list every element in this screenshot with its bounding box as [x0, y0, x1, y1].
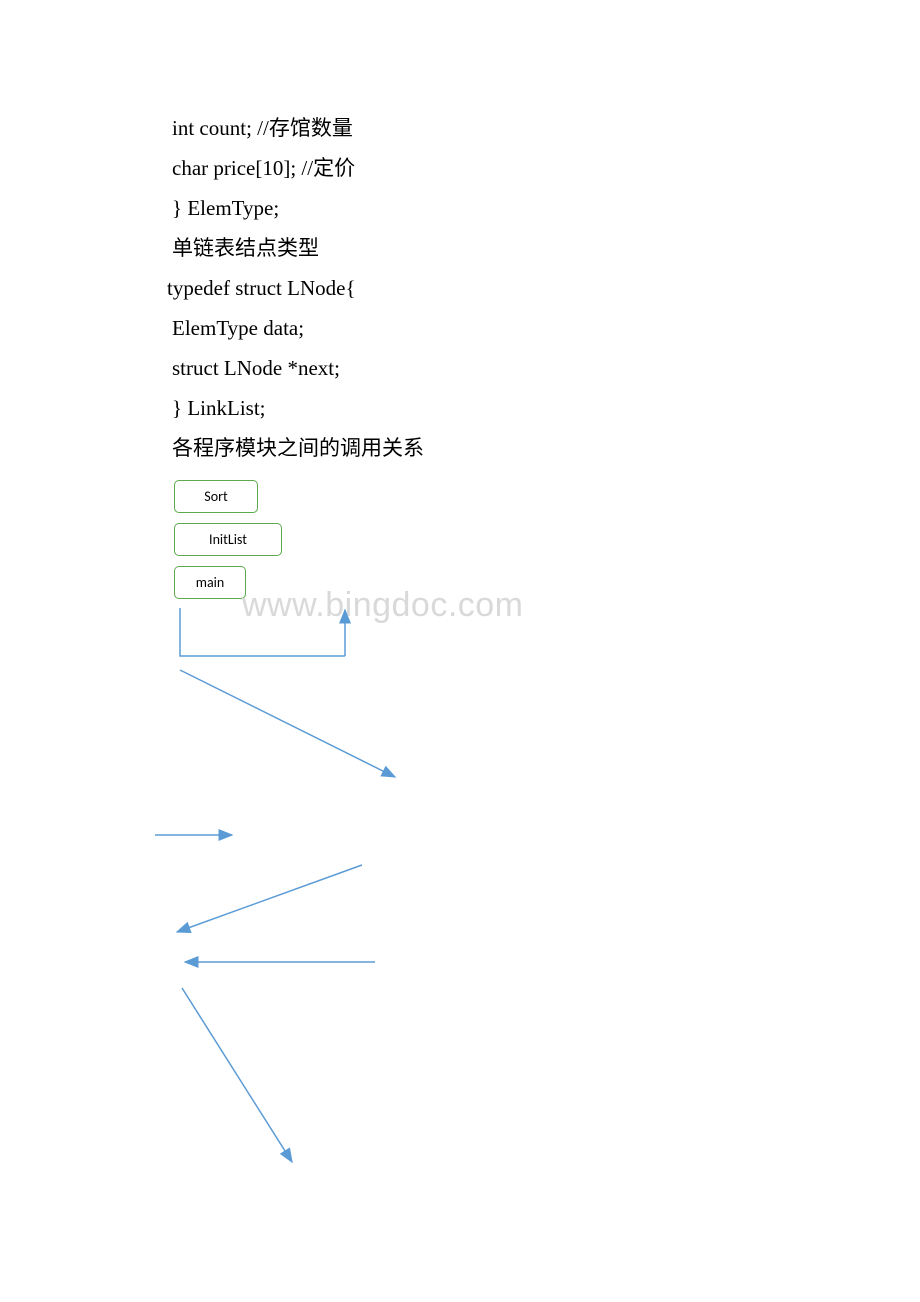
code-content: int count; //存馆数量 char price[10]; //定价 }…: [0, 0, 920, 599]
code-line-5: typedef struct LNode{: [167, 268, 920, 308]
code-line-8: } LinkList;: [172, 388, 920, 428]
arrow-diag-left-1: [177, 865, 362, 932]
code-line-7: struct LNode *next;: [172, 348, 920, 388]
code-line-4: 单链表结点类型: [172, 228, 920, 268]
arrow-path-1: [180, 608, 345, 656]
code-line-1: int count; //存馆数量: [172, 108, 920, 148]
code-line-6: ElemType data;: [172, 308, 920, 348]
code-line-2: char price[10]; //定价: [172, 148, 920, 188]
code-line-3: } ElemType;: [172, 188, 920, 228]
arrow-diag-down-1: [182, 988, 292, 1162]
code-line-9: 各程序模块之间的调用关系: [172, 428, 920, 468]
boxes-container: Sort InitList main: [174, 480, 920, 599]
diagram-arrows: [130, 600, 530, 1200]
box-sort: Sort: [174, 480, 258, 513]
box-main: main: [174, 566, 246, 599]
box-initlist: InitList: [174, 523, 282, 556]
arrow-diag-1: [180, 670, 395, 777]
